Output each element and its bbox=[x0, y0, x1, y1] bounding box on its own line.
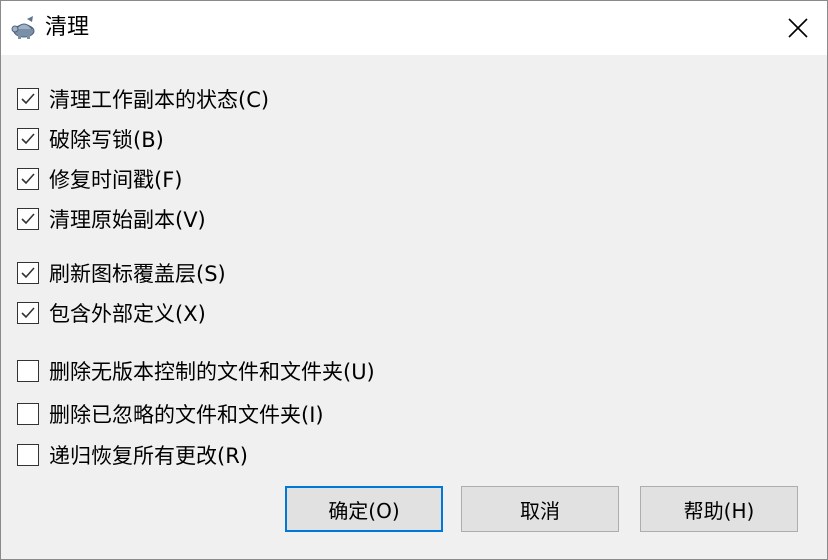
option-delete-ignored[interactable]: 删除已忽略的文件和文件夹(I) bbox=[17, 397, 324, 431]
checkbox[interactable] bbox=[17, 444, 39, 466]
option-label: 修复时间戳(F) bbox=[49, 168, 183, 192]
option-label: 删除无版本控制的文件和文件夹(U) bbox=[49, 360, 375, 384]
option-revert-changes[interactable]: 递归恢复所有更改(R) bbox=[17, 438, 248, 472]
cancel-button[interactable]: 取消 bbox=[461, 486, 619, 532]
help-button[interactable]: 帮助(H) bbox=[640, 486, 798, 532]
option-label: 包含外部定义(X) bbox=[49, 302, 206, 326]
option-fix-timestamps[interactable]: 修复时间戳(F) bbox=[17, 162, 182, 196]
option-include-externals[interactable]: 包含外部定义(X) bbox=[17, 296, 206, 330]
close-button[interactable] bbox=[781, 11, 815, 45]
close-icon bbox=[788, 18, 808, 38]
option-label: 破除写锁(B) bbox=[49, 128, 164, 152]
checkbox[interactable] bbox=[17, 168, 39, 190]
option-label: 递归恢复所有更改(R) bbox=[49, 444, 248, 468]
title-bar: 清理 bbox=[1, 1, 827, 55]
window-title: 清理 bbox=[45, 15, 90, 40]
option-label: 清理工作副本的状态(C) bbox=[49, 88, 270, 112]
check-icon bbox=[21, 267, 35, 279]
checkbox[interactable] bbox=[17, 360, 39, 382]
tortoise-icon bbox=[9, 13, 39, 43]
ok-button[interactable]: 确定(O) bbox=[285, 486, 443, 532]
checkbox[interactable] bbox=[17, 403, 39, 425]
option-vacuum-pristines[interactable]: 清理原始副本(V) bbox=[17, 202, 206, 236]
check-icon bbox=[21, 93, 35, 105]
option-cleanup-wc-status[interactable]: 清理工作副本的状态(C) bbox=[17, 82, 269, 116]
cleanup-dialog: 清理 清理工作副本的状态(C) 破除写锁(B) 修复时间戳(F) 清理原始副本(… bbox=[0, 0, 828, 560]
option-refresh-overlays[interactable]: 刷新图标覆盖层(S) bbox=[17, 256, 226, 290]
check-icon bbox=[21, 213, 35, 225]
option-break-locks[interactable]: 破除写锁(B) bbox=[17, 122, 164, 156]
checkbox[interactable] bbox=[17, 128, 39, 150]
option-label: 清理原始副本(V) bbox=[49, 208, 206, 232]
check-icon bbox=[21, 173, 35, 185]
option-delete-unversioned[interactable]: 删除无版本控制的文件和文件夹(U) bbox=[17, 354, 375, 388]
checkbox[interactable] bbox=[17, 262, 39, 284]
checkbox[interactable] bbox=[17, 88, 39, 110]
option-label: 删除已忽略的文件和文件夹(I) bbox=[49, 403, 324, 427]
option-label: 刷新图标覆盖层(S) bbox=[49, 262, 226, 286]
checkbox[interactable] bbox=[17, 208, 39, 230]
checkbox[interactable] bbox=[17, 302, 39, 324]
check-icon bbox=[21, 133, 35, 145]
check-icon bbox=[21, 307, 35, 319]
